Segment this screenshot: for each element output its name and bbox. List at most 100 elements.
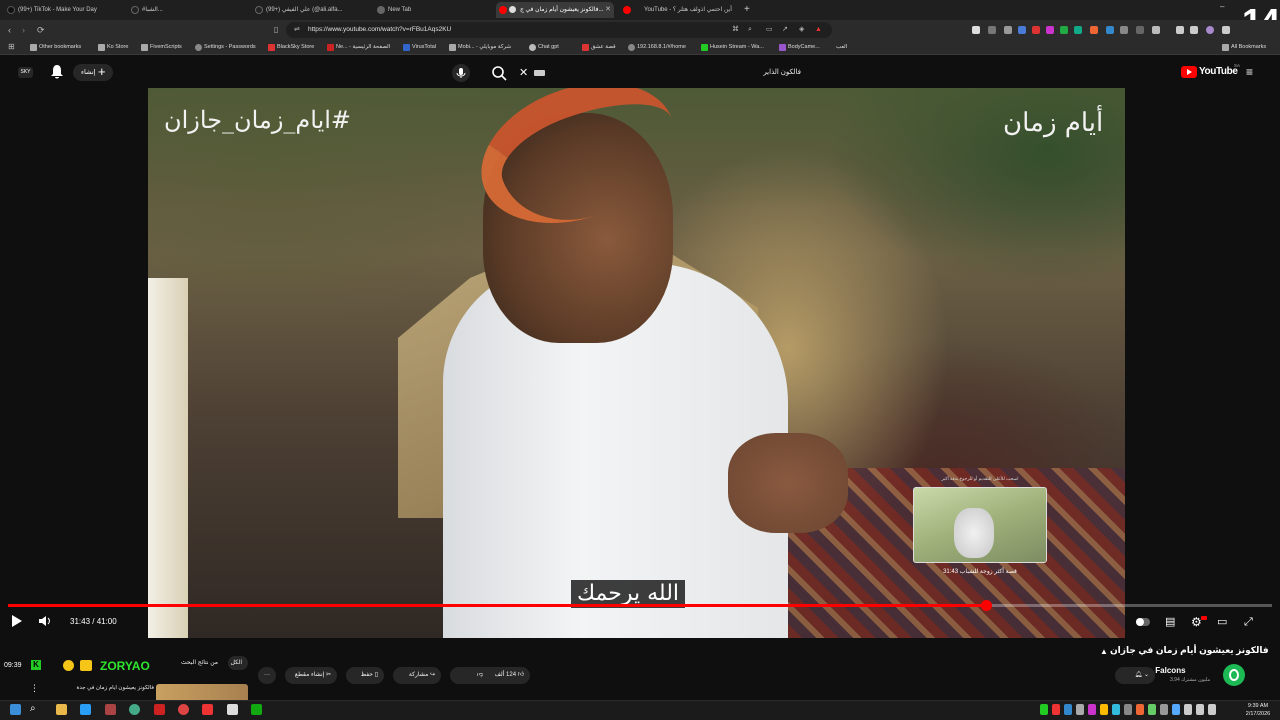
bookmark-ko-store[interactable]: Ko Store — [98, 42, 128, 53]
app-icon[interactable] — [202, 704, 213, 715]
search-button[interactable] — [490, 64, 508, 82]
back-arrow-icon[interactable]: ‹ — [8, 24, 11, 36]
extension-icon[interactable] — [1004, 26, 1012, 34]
minimize-icon[interactable]: – — [1220, 2, 1224, 11]
extension-icon[interactable] — [1106, 26, 1114, 34]
progress-bar[interactable] — [8, 600, 1272, 611]
tray-icon[interactable] — [1040, 704, 1048, 715]
youtube-logo[interactable] — [1181, 66, 1197, 78]
extension-icon[interactable] — [1090, 26, 1098, 34]
profile-avatar[interactable] — [1206, 26, 1214, 34]
bookmark-blacksky[interactable]: BlackSky Store — [268, 42, 314, 53]
reload-icon[interactable]: ⟳ — [37, 24, 45, 36]
tray-icon[interactable] — [1136, 704, 1144, 715]
tab-youtube-hitler[interactable]: YouTube - أين احتمي اذولف هتلر ؟ — [620, 2, 738, 18]
zoom-icon[interactable]: ⌕ — [748, 24, 752, 36]
new-tab-button[interactable]: + — [744, 2, 754, 18]
clip-button[interactable]: ✂ إنشاء مقطع — [285, 667, 337, 684]
wifi-icon[interactable] — [1184, 704, 1192, 715]
app-icon[interactable] — [105, 704, 116, 715]
telegram-icon[interactable] — [80, 704, 91, 715]
like-button[interactable]: 👍︎ 124 ألف — [495, 672, 524, 678]
tray-icon[interactable] — [1124, 704, 1132, 715]
settings-icon[interactable] — [227, 704, 238, 715]
hamburger-menu-icon[interactable]: ≡ — [1246, 65, 1253, 79]
share-icon[interactable]: ↗ — [782, 24, 788, 36]
subscribe-bell-button[interactable]: ⌄ 🔔︎ — [1115, 667, 1155, 684]
create-button[interactable]: إنشاء + — [73, 64, 113, 81]
shield-icon[interactable]: ◈ — [799, 24, 804, 36]
tab-new[interactable]: New Tab — [374, 2, 492, 18]
recommended-menu-icon[interactable]: ⋮ — [30, 683, 39, 694]
extension-icon[interactable] — [1152, 26, 1160, 34]
extension-icon[interactable] — [1046, 26, 1054, 34]
extension-icon[interactable] — [972, 26, 980, 34]
tray-icon[interactable] — [1088, 704, 1096, 715]
translate-icon[interactable]: ⌘ — [732, 24, 739, 36]
bookmark-mobily[interactable]: Mobi... - شركة موبايلي — [449, 42, 511, 53]
bookmark-virustotal[interactable]: VirusTotal — [403, 42, 436, 53]
tray-icon[interactable] — [1112, 704, 1120, 715]
tray-icon[interactable] — [1148, 704, 1156, 715]
speaker-icon[interactable] — [1196, 704, 1204, 715]
bookmark-icon[interactable]: ▯ — [274, 24, 278, 36]
adobe-icon[interactable] — [154, 704, 165, 715]
bookmark-fivemscripts[interactable]: FivemScripts — [141, 42, 182, 53]
bookmark-settings-passwords[interactable]: Settings - Passwords — [195, 42, 256, 53]
play-button[interactable] — [11, 614, 23, 630]
channel-avatar[interactable] — [1223, 664, 1245, 686]
site-info-icon[interactable]: ⇌ — [294, 22, 300, 38]
autoplay-toggle[interactable] — [1136, 614, 1150, 630]
dislike-button[interactable]: 👎︎ — [477, 672, 483, 678]
tab-hashtag[interactable]: #الشبا... — [128, 2, 246, 18]
apps-grid-icon[interactable]: ⊞ — [8, 41, 15, 53]
file-explorer-icon[interactable] — [56, 704, 67, 715]
extension-icon[interactable] — [1032, 26, 1040, 34]
tab-ali-alfaifi[interactable]: (99+) علي الفيفي (@ali.alfa... — [252, 2, 370, 18]
bookmark-play[interactable]: العب — [826, 42, 847, 53]
battery-icon[interactable] — [1208, 704, 1216, 715]
save-button[interactable]: ▯ حفظ — [346, 667, 384, 684]
sidebar-icon[interactable] — [1190, 26, 1198, 34]
mute-button[interactable] — [38, 614, 52, 630]
tray-icon[interactable] — [1076, 704, 1084, 715]
menu-icon[interactable] — [1222, 26, 1230, 34]
tab-youtube-active[interactable]: فالكونز يعيشون أيام زمان في ج... ✕ — [496, 2, 614, 18]
tab-tiktok[interactable]: (99+) TikTok - Make Your Day — [4, 2, 122, 18]
taskbar-search-icon[interactable]: ⌕ — [30, 703, 36, 714]
voice-search-button[interactable] — [452, 64, 470, 82]
forward-arrow-icon[interactable]: › — [22, 24, 25, 36]
tray-icon[interactable] — [1052, 704, 1060, 715]
all-bookmarks[interactable]: All Bookmarks — [1222, 42, 1266, 53]
extension-icon[interactable] — [1060, 26, 1068, 34]
bookmark-qissat-ishq[interactable]: قصة عشق — [582, 42, 616, 53]
extension-alert-icon[interactable]: ▲ — [815, 24, 822, 36]
tray-icon[interactable] — [1064, 704, 1072, 715]
bookmark-other[interactable]: Other bookmarks — [30, 42, 81, 53]
bookmark-router[interactable]: 192.168.8.1/#/home — [628, 42, 686, 53]
tray-icon[interactable] — [1160, 704, 1168, 715]
windows-start-icon[interactable] — [10, 704, 21, 715]
tray-icon[interactable] — [1100, 704, 1108, 715]
chip-from-search[interactable]: من نتائج البحث — [166, 656, 224, 670]
media-icon[interactable] — [1176, 26, 1184, 34]
theater-mode-icon[interactable]: ▭ — [1217, 614, 1227, 630]
fullscreen-icon[interactable]: ⤢ — [1244, 614, 1253, 630]
more-actions-button[interactable]: ··· — [258, 667, 276, 684]
subtitles-icon[interactable]: ▤ — [1165, 614, 1175, 630]
bookmark-ne-home[interactable]: Ne... - الصفحة الرئيسية — [327, 42, 390, 53]
search-input[interactable]: فالكون الذاير — [515, 64, 815, 82]
extension-icon[interactable] — [1120, 26, 1128, 34]
terminal-icon[interactable] — [251, 704, 262, 715]
chip-all[interactable]: الكل — [228, 656, 248, 670]
bookmark-husein-stream[interactable]: Husein Stream - Wa... — [701, 42, 764, 53]
opera-icon[interactable] — [178, 704, 189, 715]
taskbar-clock[interactable]: 9:39 AM 2/17/2026 — [1240, 702, 1276, 718]
account-avatar[interactable]: SKY — [18, 67, 33, 78]
share-button[interactable]: ↪ مشاركة — [393, 667, 441, 684]
puzzle-icon[interactable] — [1136, 26, 1144, 34]
extension-icon[interactable] — [988, 26, 996, 34]
extension-icon[interactable] — [1018, 26, 1026, 34]
recommended-title[interactable]: فالكونز يعيشون أيام زمان في جدة — [58, 685, 154, 691]
notifications-bell-icon[interactable] — [50, 64, 64, 80]
